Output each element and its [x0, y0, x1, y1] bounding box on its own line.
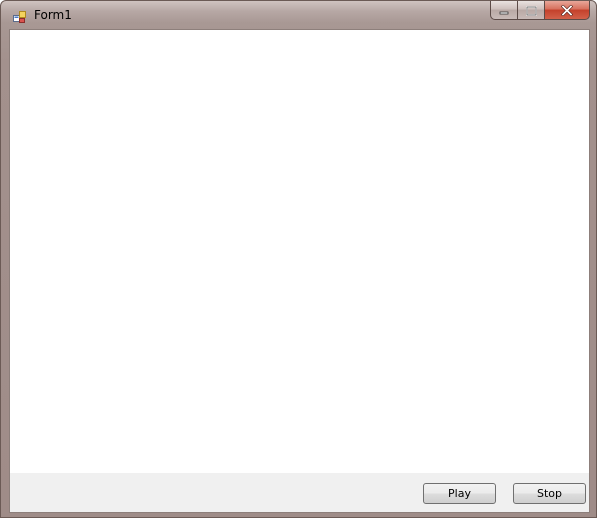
play-button[interactable]: Play	[423, 483, 496, 504]
stop-button[interactable]: Stop	[513, 483, 586, 504]
maximize-icon	[525, 1, 537, 20]
content-panel[interactable]	[10, 30, 589, 473]
close-button[interactable]	[544, 1, 590, 20]
client-area: Play Stop	[9, 29, 590, 513]
maximize-button[interactable]	[517, 1, 544, 20]
application-window: Form1 Play Stop	[0, 0, 597, 518]
minimize-button[interactable]	[490, 1, 517, 20]
minimize-icon	[499, 1, 509, 20]
app-icon[interactable]	[13, 9, 27, 23]
close-icon	[560, 1, 574, 20]
caption-buttons	[490, 1, 590, 21]
title-bar[interactable]: Form1	[1, 1, 596, 29]
window-title: Form1	[34, 8, 72, 22]
